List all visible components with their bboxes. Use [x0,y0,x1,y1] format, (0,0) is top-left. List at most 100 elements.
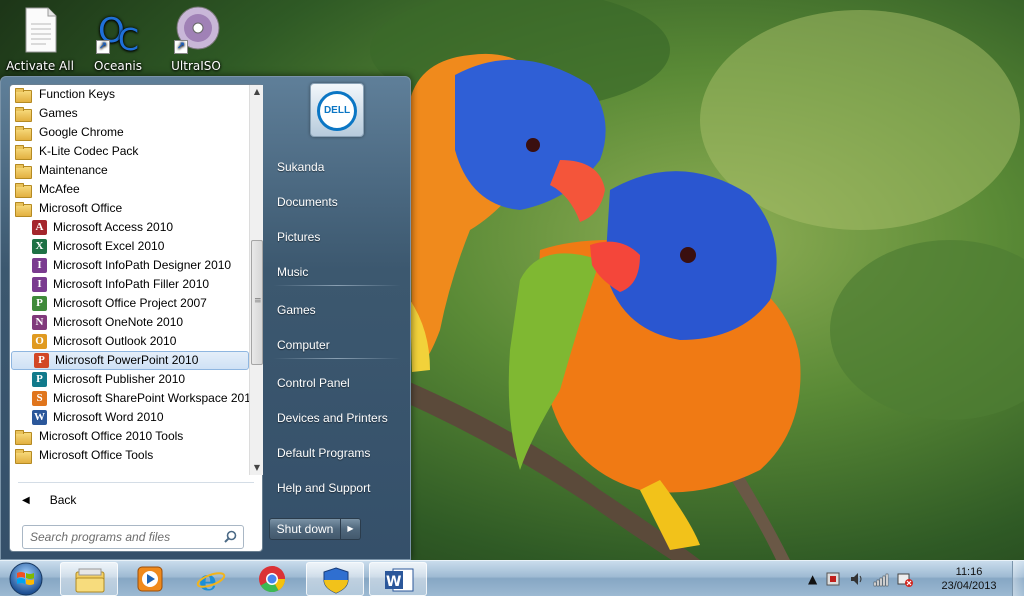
shutdown-button[interactable]: Shut down [269,518,341,540]
volume-icon[interactable] [849,571,865,587]
start-place-computer[interactable]: Computer [269,331,405,359]
program-label: Games [39,106,78,120]
program-label: Microsoft OneNote 2010 [53,315,184,329]
scroll-thumb[interactable] [251,240,263,365]
desktop-icon-ultraiso[interactable]: ↗ UltraISO [156,4,236,73]
program-label: K-Lite Codec Pack [39,144,139,158]
program-item[interactable]: A Microsoft Access 2010 [10,218,250,237]
text-file-icon [16,4,64,56]
shortcut-arrow-icon: ↗ [174,40,188,54]
start-place-sukanda[interactable]: Sukanda [269,153,405,181]
taskbar-word-button[interactable]: W [369,562,427,596]
program-label: Microsoft PowerPoint 2010 [55,353,199,367]
start-place-default-programs[interactable]: Default Programs [269,439,405,467]
programs-scrollbar[interactable]: ▲ ▼ [249,85,263,475]
chrome-icon [259,566,286,593]
shutdown-options-arrow-icon[interactable]: ▶ [341,518,361,540]
program-label: Microsoft SharePoint Workspace 201 [53,391,250,405]
explorer-icon [75,568,105,593]
office-app-icon: S [32,391,47,406]
desktop-icon-label: Activate All [6,59,74,73]
program-label: Maintenance [39,163,108,177]
taskbar-media-player-button[interactable] [121,562,179,596]
search-input[interactable] [23,526,219,548]
taskbar-internet-explorer-button[interactable]: e [182,562,240,596]
program-folder-item[interactable]: K-Lite Codec Pack [10,142,250,161]
program-item[interactable]: S Microsoft SharePoint Workspace 201 [10,389,250,408]
start-place-games[interactable]: Games [269,296,405,324]
program-folder-item[interactable]: Microsoft Office Tools [10,446,250,465]
folder-icon [15,448,32,464]
office-app-icon: P [32,372,47,387]
program-label: Microsoft InfoPath Designer 2010 [53,258,232,272]
clock[interactable]: 11:16 23/04/2013 [930,565,1008,593]
program-label: Microsoft Office [39,201,123,215]
program-label: Google Chrome [39,125,124,139]
folder-icon [15,163,32,179]
program-folder-item[interactable]: Games [10,104,250,123]
program-label: McAfee [39,182,80,196]
office-app-icon: I [32,277,47,292]
start-menu: Function Keys Games Google Chrome K-Lite Co… [0,76,411,560]
svg-text:C: C [118,23,139,56]
office-app-icon: O [32,334,47,349]
desktop-icon-oceanis[interactable]: O C ↗ Oceanis [78,4,158,73]
shortcut-arrow-icon: ↗ [96,40,110,54]
start-place-devices-and-printers[interactable]: Devices and Printers [269,404,405,432]
program-folder-item[interactable]: Maintenance [10,161,250,180]
taskbar-chrome-button[interactable] [243,562,301,596]
action-center-warning-icon[interactable] [897,571,914,587]
program-item[interactable]: N Microsoft OneNote 2010 [10,313,250,332]
program-folder-item[interactable]: McAfee [10,180,250,199]
taskbar-security-button[interactable] [306,562,364,596]
program-item[interactable]: P Microsoft Office Project 2007 [10,294,250,313]
system-tray: ▲ [808,569,914,589]
back-arrow-icon: ◀ [22,494,30,506]
disc-icon: ↗ [172,4,220,56]
program-label: Microsoft Outlook 2010 [53,334,177,348]
program-folder-item[interactable]: Microsoft Office 2010 Tools [10,427,250,446]
all-programs-list: Function Keys Games Google Chrome K-Lite Co… [10,85,250,475]
media-player-icon [137,566,163,592]
desktop-icon-label: Oceanis [94,59,142,73]
scroll-up-arrow-icon[interactable]: ▲ [250,85,264,99]
places-separator [273,358,401,359]
start-place-pictures[interactable]: Pictures [269,223,405,251]
tray-app-icon[interactable] [825,571,841,587]
show-hidden-icons-icon[interactable]: ▲ [808,572,817,586]
program-folder-item[interactable]: Google Chrome [10,123,250,142]
show-desktop-button[interactable] [1012,561,1024,596]
search-icon[interactable] [224,530,237,543]
program-item[interactable]: X Microsoft Excel 2010 [10,237,250,256]
program-label: Microsoft Office Project 2007 [53,296,207,310]
program-item[interactable]: I Microsoft InfoPath Filler 2010 [10,275,250,294]
program-item[interactable]: P Microsoft Publisher 2010 [10,370,250,389]
user-picture[interactable]: DELL [310,83,364,137]
program-item[interactable]: O Microsoft Outlook 2010 [10,332,250,351]
folder-icon [15,125,32,141]
search-box[interactable] [22,525,244,549]
program-label: Microsoft Publisher 2010 [53,372,186,386]
start-place-documents[interactable]: Documents [269,188,405,216]
folder-icon [15,87,32,103]
word-icon: W [385,568,414,592]
back-button[interactable]: ◀ Back [18,488,254,512]
office-app-icon: N [32,315,47,330]
start-place-music[interactable]: Music [269,258,405,286]
dell-logo-icon: DELL [317,91,357,131]
program-folder-item[interactable]: Function Keys [10,85,250,104]
start-place-control-panel[interactable]: Control Panel [269,369,405,397]
program-folder-item[interactable]: Microsoft Office [10,199,250,218]
program-item[interactable]: W Microsoft Word 2010 [10,408,250,427]
start-button[interactable] [4,562,48,596]
taskbar-explorer-button[interactable] [60,562,118,596]
clock-date: 23/04/2013 [941,580,997,592]
network-signal-icon[interactable] [873,571,889,587]
folder-icon [15,201,32,217]
program-label: Microsoft Office 2010 Tools [39,429,184,443]
program-item[interactable]: I Microsoft InfoPath Designer 2010 [10,256,250,275]
program-item[interactable]: P Microsoft PowerPoint 2010 [11,351,249,370]
start-place-help-and-support[interactable]: Help and Support [269,474,405,502]
desktop-icon-activate-all[interactable]: Activate All [0,4,80,73]
scroll-down-arrow-icon[interactable]: ▼ [250,461,264,475]
